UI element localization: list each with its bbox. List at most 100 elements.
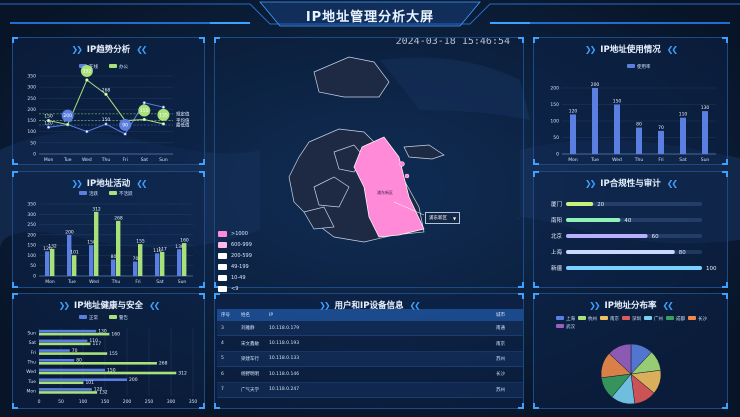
usage-chart: 使用率 0 50 100 150 200 Mon 120 Tue 200 Wed 150 Thu 80 Fr… <box>550 63 716 163</box>
table-cell: 刘雅静 <box>241 326 255 332</box>
x-tick-label: Sat <box>156 279 164 285</box>
bar <box>39 368 105 372</box>
legend-row[interactable]: <9 <box>218 284 252 293</box>
bar-label: 101 <box>85 380 94 386</box>
y-tick-label: 50 <box>553 135 559 141</box>
legend-swatch <box>218 241 227 248</box>
bar-label: 70 <box>133 256 139 262</box>
legend-swatch <box>688 316 696 320</box>
y-tick-label: 南阳 <box>551 216 562 224</box>
table-cell: 10.118.0.179 <box>269 325 300 331</box>
table-cell: 3 <box>221 325 224 331</box>
bar <box>155 253 160 276</box>
table-row[interactable]: 3 刘雅静 10.118.0.179 南通 <box>217 321 523 337</box>
table-cell: 6 <box>221 371 224 377</box>
x-tick-label: Wed <box>612 157 622 163</box>
legend-row[interactable]: 200-599 <box>218 251 252 260</box>
table-cell: 10.118.0.193 <box>269 341 300 347</box>
legend-label: 广州 <box>654 315 663 322</box>
legend-swatch <box>556 316 564 320</box>
bar <box>39 332 110 336</box>
marker-bubble-label: 200 <box>63 113 72 119</box>
header-cell: IP <box>269 312 274 318</box>
bar <box>89 245 94 276</box>
legend-swatch <box>666 316 674 320</box>
x-tick-label: Sat <box>141 157 149 163</box>
bar-label: 117 <box>92 341 101 347</box>
bar <box>570 114 576 154</box>
x-tick-label: 100 <box>79 399 88 405</box>
data-point <box>85 129 89 134</box>
data-point <box>142 101 146 105</box>
bar <box>39 362 157 365</box>
bar-label: 117 <box>158 246 167 252</box>
x-tick-label: Thu <box>101 157 111 163</box>
bar-label: 40 <box>624 218 631 224</box>
trend-chart: 在线 办公050100150200250300350Mon Tue Wed Thu Fri… <box>27 63 190 163</box>
table-cell: 南通 <box>496 326 505 332</box>
bar <box>39 352 108 355</box>
table-row[interactable]: 5 梁建车行 10.118.0.133 苏州 <box>217 351 523 368</box>
x-tick-label: Sun <box>159 157 168 163</box>
header-cell: 序号 <box>221 313 230 318</box>
y-tick-label: Mon <box>27 389 37 395</box>
bar-label: 160 <box>111 331 120 337</box>
data-label: 120 <box>44 120 53 126</box>
legend-row[interactable]: 10-49 <box>218 273 252 282</box>
legend-swatch <box>109 64 117 68</box>
bar-label: 155 <box>136 239 145 245</box>
x-tick-label: Fri <box>658 157 663 163</box>
map-island-north[interactable] <box>313 56 390 98</box>
compliance-chart: 厦门 20 南阳 40 北京 60 上海 80 新疆 100 <box>551 200 717 272</box>
map-island-east[interactable] <box>403 144 445 160</box>
data-label: 150 <box>44 114 53 120</box>
legend-swatch <box>218 230 227 237</box>
bar-label: 132 <box>99 390 108 396</box>
y-tick-label: Wed <box>26 369 36 375</box>
map-legend: >1000 600-999 200-599 49-199 10-49 <9 <box>218 229 252 295</box>
panel-activity: ❯❯ IP地址活动 ❮❮ 活跃 不活跃 0 50 100 150 200 250 300 350 Mon… <box>12 171 205 288</box>
y-tick-label: Thu <box>27 360 37 366</box>
panel-health: ❯❯ IP地址健康与安全 ❮❮ 正常 警告 0 50 100 150 200 250 300 350 S… <box>12 293 205 409</box>
legend-row[interactable]: 600-999 <box>218 240 252 249</box>
bar <box>39 371 177 375</box>
x-tick-label: 150 <box>101 399 110 405</box>
bar <box>39 378 127 382</box>
bar-label: 130 <box>701 105 710 111</box>
bar <box>45 251 50 276</box>
bar <box>72 255 77 276</box>
x-tick-label: Wed <box>89 279 99 285</box>
data-point <box>161 105 166 109</box>
chevron-down-icon: ▼ <box>453 215 457 221</box>
y-tick-label: 厦门 <box>551 200 562 208</box>
table-row[interactable]: 6 杨野明明 10.118.0.146 长沙 <box>217 367 523 383</box>
bar-label: 268 <box>114 215 123 221</box>
x-tick-label: 200 <box>123 399 132 405</box>
y-tick-label: Fri <box>31 350 36 356</box>
x-tick-label: Tue <box>590 157 599 163</box>
y-tick-label: 0 <box>556 152 559 158</box>
legend-row[interactable]: 49-199 <box>218 262 252 271</box>
data-label: 150 <box>102 117 111 123</box>
bar <box>566 250 675 254</box>
y-tick-label: 200 <box>550 86 559 92</box>
marker-bubble-label: 90 <box>122 122 128 128</box>
legend-swatch <box>556 324 564 328</box>
y-tick-label: 350 <box>27 74 36 80</box>
legend-row[interactable]: >1000 <box>218 229 252 238</box>
marker-bubble-label: 155 <box>140 108 149 114</box>
bar <box>680 117 686 154</box>
bar-label: 70 <box>658 125 664 131</box>
table-row[interactable]: 7 广气天学 10.118.0.247 苏州 <box>217 382 523 398</box>
table-row[interactable]: 4 宋文鑫敏 10.118.0.193 南京 <box>217 336 523 352</box>
legend-swatch <box>79 315 87 319</box>
bar-label: 120 <box>569 108 578 114</box>
legend-label: 南京 <box>610 315 619 322</box>
bar-label: 132 <box>48 243 57 249</box>
y-tick-label: 50 <box>30 140 36 146</box>
x-tick-label: Tue <box>67 279 76 285</box>
bar <box>39 339 88 343</box>
table-cell: 广气天学 <box>241 387 259 393</box>
bar <box>566 266 702 270</box>
table-cell: 5 <box>221 356 224 362</box>
